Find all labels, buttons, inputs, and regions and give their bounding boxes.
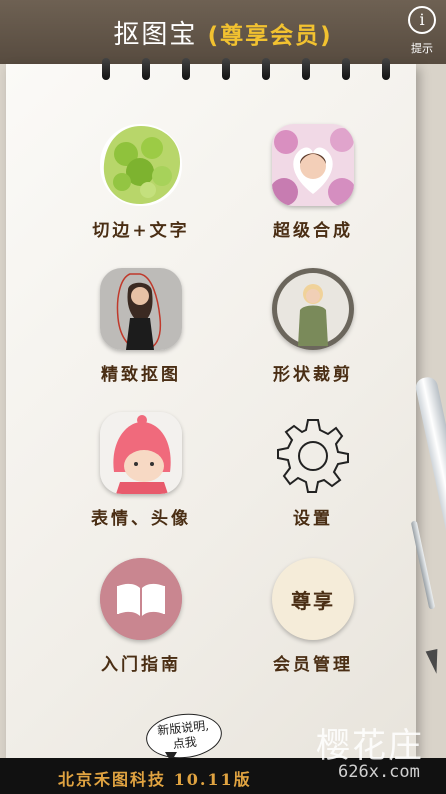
binder-ring <box>182 58 190 80</box>
vip-badge-text: 尊享 <box>291 588 335 613</box>
binder-ring <box>142 58 150 80</box>
menu-label: 切边+文字 <box>92 221 190 241</box>
flower-portrait-icon <box>272 124 354 206</box>
menu-item-guide[interactable]: 入门指南 <box>66 558 216 675</box>
app-header: 抠图宝 (尊享会员) i 提示 <box>0 0 446 64</box>
binder-ring <box>222 58 230 80</box>
menu-label: 表情、头像 <box>91 509 191 529</box>
hint-label: 提示 <box>411 42 433 55</box>
binder-ring <box>302 58 310 80</box>
menu-item-emoji-avatar[interactable]: 表情、头像 <box>66 412 216 529</box>
cartoon-girl-icon <box>100 412 182 494</box>
menu-label: 设置 <box>293 509 333 529</box>
vip-label: (尊享会员) <box>207 23 333 49</box>
watermark-text: 樱花庄 <box>316 726 424 766</box>
pen-tip <box>425 649 443 675</box>
menu-item-precise-cutout[interactable]: 精致抠图 <box>66 268 216 385</box>
menu-item-shape-crop[interactable]: 形状裁剪 <box>238 268 388 385</box>
vip-badge-icon: 尊享 <box>272 558 354 640</box>
binder-ring <box>382 58 390 80</box>
menu-label: 精致抠图 <box>101 365 181 385</box>
menu-item-settings[interactable]: 设置 <box>238 412 388 529</box>
watermark-url: 626x.com <box>338 762 420 782</box>
footer-text: 北京禾图科技 10.11版 <box>58 770 252 789</box>
binder-ring <box>342 58 350 80</box>
binder-ring <box>102 58 110 80</box>
menu-label: 超级合成 <box>273 221 353 241</box>
hint-button[interactable]: i 提示 <box>404 6 440 56</box>
menu-label: 形状裁剪 <box>273 365 353 385</box>
green-leaves-icon <box>100 124 182 206</box>
app-name: 抠图宝 <box>113 20 198 50</box>
circle-portrait-icon <box>272 268 354 350</box>
binder-ring <box>262 58 270 80</box>
menu-item-cut-edge-text[interactable]: 切边+文字 <box>66 124 216 241</box>
menu-item-super-compose[interactable]: 超级合成 <box>238 124 388 241</box>
menu-item-vip-manage[interactable]: 尊享 会员管理 <box>238 558 388 675</box>
book-icon <box>100 558 182 640</box>
info-icon: i <box>408 6 436 34</box>
page-title: 抠图宝 (尊享会员) <box>0 14 446 51</box>
menu-label: 入门指南 <box>101 655 181 675</box>
gear-icon <box>272 412 354 494</box>
woman-outline-icon <box>100 268 182 350</box>
menu-label: 会员管理 <box>273 655 353 675</box>
